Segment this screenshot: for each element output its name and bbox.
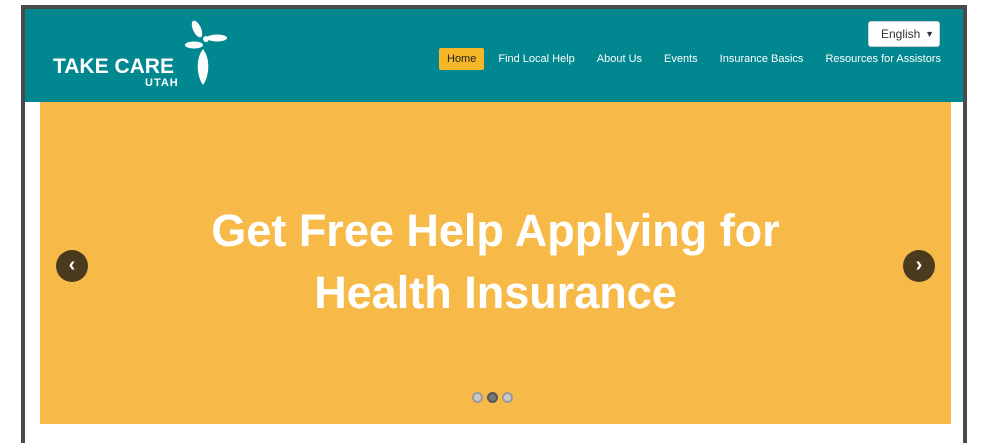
language-select[interactable]: English ▼	[868, 21, 940, 47]
carousel-dot-3[interactable]	[502, 392, 513, 403]
chevron-left-icon: ‹	[68, 254, 76, 276]
hero-title: Get Free Help Applying for Health Insura…	[40, 200, 951, 324]
nav-item-about-us[interactable]: About Us	[589, 48, 650, 70]
language-selected-value: English	[881, 27, 921, 41]
carousel-indicators	[472, 392, 517, 403]
hero-title-line-2: Health Insurance	[314, 267, 677, 318]
site-logo[interactable]: TAKE CARE UTAH	[53, 19, 227, 89]
logo-text: TAKE CARE	[53, 55, 174, 78]
hero-carousel: Get Free Help Applying for Health Insura…	[40, 102, 951, 424]
nav-item-insurance-basics[interactable]: Insurance Basics	[712, 48, 812, 70]
carousel-dot-2[interactable]	[487, 392, 498, 403]
nav-item-find-local-help[interactable]: Find Local Help	[490, 48, 582, 70]
logo-subtext: UTAH	[145, 77, 179, 89]
main-nav: Home Find Local Help About Us Events Ins…	[439, 47, 955, 71]
site-header: TAKE CARE UTAH English ▼ Home Find Local…	[25, 9, 963, 102]
nav-item-events[interactable]: Events	[656, 48, 706, 70]
nav-item-resources-for-assistors[interactable]: Resources for Assistors	[817, 48, 949, 70]
carousel-dot-1[interactable]	[472, 392, 483, 403]
browser-frame: TAKE CARE UTAH English ▼ Home Find Local…	[21, 5, 967, 443]
carousel-prev-button[interactable]: ‹	[56, 250, 88, 282]
carousel-next-button[interactable]: ›	[903, 250, 935, 282]
hero-title-line-1: Get Free Help Applying for	[211, 205, 780, 256]
triangle-down-icon: ▼	[925, 29, 934, 39]
nav-item-home[interactable]: Home	[439, 48, 485, 70]
chevron-right-icon: ›	[915, 254, 923, 276]
flower-logo-icon	[185, 20, 227, 85]
